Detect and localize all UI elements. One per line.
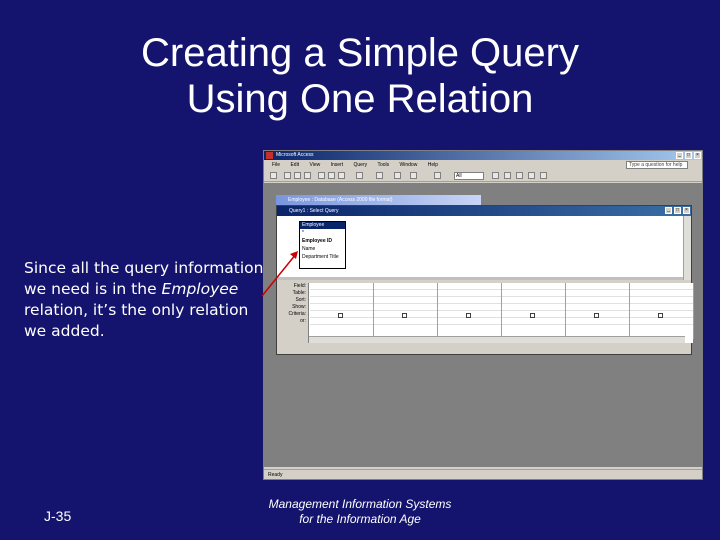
app-title: Microsoft Access xyxy=(276,152,314,158)
menu-file[interactable]: File xyxy=(272,162,280,168)
query-maximize-icon[interactable]: □ xyxy=(674,207,681,214)
view-icon[interactable] xyxy=(270,172,277,179)
query-type-icon[interactable] xyxy=(376,172,383,179)
label-or: or: xyxy=(300,318,306,324)
menu-edit[interactable]: Edit xyxy=(290,162,299,168)
employee-table-box[interactable]: Employee * Employee ID Name Department T… xyxy=(299,221,346,269)
grid-column[interactable] xyxy=(630,283,694,339)
totals-icon[interactable] xyxy=(434,172,441,179)
grid-column[interactable] xyxy=(374,283,438,339)
show-checkbox[interactable] xyxy=(594,313,599,318)
caption-part-2: relation, it’s the only relation we adde… xyxy=(24,301,249,340)
toolbar: All xyxy=(264,170,702,182)
menu-view[interactable]: View xyxy=(309,162,320,168)
footer: Management Information Systems for the I… xyxy=(240,497,480,527)
grid-column[interactable] xyxy=(438,283,502,339)
footer-line-2: for the Information Age xyxy=(299,512,421,526)
field-all[interactable]: * xyxy=(300,229,345,237)
footer-line-1: Management Information Systems xyxy=(268,497,452,511)
design-grid: Field: Table: Sort: Show: Criteria: or: xyxy=(277,283,694,343)
field-name[interactable]: Name xyxy=(300,245,345,253)
maximize-icon[interactable]: □ xyxy=(685,152,692,159)
paste-icon[interactable] xyxy=(338,172,345,179)
grid-column[interactable] xyxy=(566,283,630,339)
label-show: Show: xyxy=(292,304,306,310)
menu-help[interactable]: Help xyxy=(428,162,438,168)
close-icon[interactable]: × xyxy=(694,152,701,159)
properties-icon[interactable] xyxy=(492,172,499,179)
cut-icon[interactable] xyxy=(318,172,325,179)
database-window-icon[interactable] xyxy=(516,172,523,179)
field-employee-id[interactable]: Employee ID xyxy=(300,237,345,245)
title-line-1: Creating a Simple Query xyxy=(141,31,579,75)
build-icon[interactable] xyxy=(504,172,511,179)
slide-title: Creating a Simple Query Using One Relati… xyxy=(0,30,720,122)
status-bar: Ready xyxy=(264,469,702,479)
query-close-icon[interactable]: × xyxy=(683,207,690,214)
caption: Since all the query information we need … xyxy=(24,258,269,342)
table-pane: Employee * Employee ID Name Department T… xyxy=(277,216,685,280)
label-sort: Sort: xyxy=(295,297,306,303)
menu-bar: File Edit View Insert Query Tools Window… xyxy=(264,160,702,170)
grid-labels: Field: Table: Sort: Show: Criteria: or: xyxy=(277,283,309,343)
app-titlebar: Microsoft Access _ □ × xyxy=(264,151,702,160)
slide-number: J-35 xyxy=(44,508,72,524)
top-values-select[interactable]: All xyxy=(454,172,484,180)
show-table-icon[interactable] xyxy=(410,172,417,179)
show-checkbox[interactable] xyxy=(658,313,663,318)
menu-query[interactable]: Query xyxy=(354,162,368,168)
database-window-title[interactable]: Employee : Database (Access 2000 file fo… xyxy=(276,195,481,205)
copy-icon[interactable] xyxy=(328,172,335,179)
run-icon[interactable] xyxy=(394,172,401,179)
menu-window[interactable]: Window xyxy=(400,162,418,168)
query-minimize-icon[interactable]: _ xyxy=(665,207,672,214)
access-key-icon xyxy=(266,152,273,159)
table-pane-scrollbar[interactable] xyxy=(683,216,691,280)
access-window: Microsoft Access _ □ × File Edit View In… xyxy=(263,150,703,480)
print-icon[interactable] xyxy=(294,172,301,179)
grid-scrollbar[interactable] xyxy=(309,336,685,343)
show-checkbox[interactable] xyxy=(338,313,343,318)
query-titlebar: Query1 : Select Query _ □ × xyxy=(277,206,691,216)
save-icon[interactable] xyxy=(284,172,291,179)
minimize-icon[interactable]: _ xyxy=(676,152,683,159)
menu-tools[interactable]: Tools xyxy=(377,162,389,168)
grid-column[interactable] xyxy=(502,283,566,339)
label-table: Table: xyxy=(292,290,306,296)
caption-italic: Employee xyxy=(161,280,239,298)
show-checkbox[interactable] xyxy=(530,313,535,318)
label-criteria: Criteria: xyxy=(288,311,306,317)
table-name[interactable]: Employee xyxy=(300,222,345,229)
menu-insert[interactable]: Insert xyxy=(331,162,344,168)
title-line-2: Using One Relation xyxy=(186,77,534,121)
show-checkbox[interactable] xyxy=(402,313,407,318)
query-title: Query1 : Select Query xyxy=(289,208,339,214)
field-department-title[interactable]: Department Title xyxy=(300,253,345,261)
help-icon[interactable] xyxy=(540,172,547,179)
query-window: Query1 : Select Query _ □ × Employee * E… xyxy=(276,205,694,355)
new-object-icon[interactable] xyxy=(528,172,535,179)
undo-icon[interactable] xyxy=(356,172,363,179)
label-field: Field: xyxy=(293,283,306,289)
ask-question-box[interactable]: Type a question for help xyxy=(626,161,688,169)
preview-icon[interactable] xyxy=(304,172,311,179)
grid-column[interactable] xyxy=(310,283,374,339)
mdi-client: Employee : Database (Access 2000 file fo… xyxy=(264,183,702,467)
show-checkbox[interactable] xyxy=(466,313,471,318)
